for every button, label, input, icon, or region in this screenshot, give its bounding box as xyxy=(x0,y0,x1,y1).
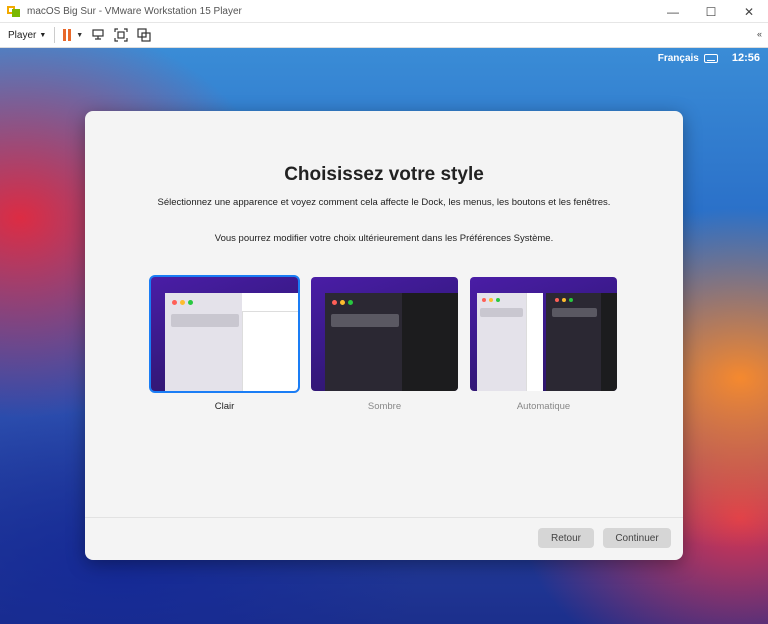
window-titlebar: macOS Big Sur - VMware Workstation 15 Pl… xyxy=(0,0,768,23)
collapse-toolbar-icon[interactable]: « xyxy=(757,29,762,39)
appearance-option-auto[interactable]: Automatique xyxy=(470,277,617,412)
send-ctrl-alt-del-icon[interactable] xyxy=(91,28,105,42)
page-title: Choisissez votre style xyxy=(284,164,484,185)
maximize-button[interactable]: ☐ xyxy=(692,0,730,23)
close-button[interactable]: ✕ xyxy=(730,0,768,23)
macos-menubar: Français 12:56 xyxy=(658,48,768,68)
auto-theme-preview[interactable] xyxy=(470,277,617,391)
unity-mode-icon[interactable] xyxy=(137,28,151,42)
dialog-description: Sélectionnez une apparence et voyez comm… xyxy=(157,197,611,208)
vm-screen[interactable]: Français 12:56 Choisissez votre style Sé… xyxy=(0,48,768,624)
chevron-down-icon: ▼ xyxy=(39,31,47,39)
light-theme-preview[interactable] xyxy=(149,275,300,393)
appearance-option-light[interactable]: Clair xyxy=(149,275,300,412)
fit-guest-icon[interactable] xyxy=(114,28,128,42)
input-language-label[interactable]: Français xyxy=(658,53,699,64)
back-button[interactable]: Retour xyxy=(538,528,594,548)
player-menu[interactable]: Player ▼ xyxy=(8,30,46,41)
appearance-option-label: Clair xyxy=(214,401,235,412)
appearance-option-label: Sombre xyxy=(367,401,402,412)
keyboard-icon[interactable] xyxy=(703,53,718,63)
toolbar-divider xyxy=(54,27,56,43)
vmware-app-icon xyxy=(7,4,21,18)
appearance-option-dark[interactable]: Sombre xyxy=(311,277,458,412)
footer-divider xyxy=(85,517,683,518)
window-title: macOS Big Sur - VMware Workstation 15 Pl… xyxy=(27,5,242,17)
dialog-note: Vous pourrez modifier votre choix ultéri… xyxy=(214,233,554,244)
setup-assistant-dialog: Choisissez votre style Sélectionnez une … xyxy=(85,111,683,560)
player-menu-label: Player xyxy=(8,29,37,41)
pause-icon[interactable] xyxy=(63,29,72,41)
minimize-button[interactable]: — xyxy=(654,0,692,23)
dark-theme-preview[interactable] xyxy=(311,277,458,391)
appearance-option-label: Automatique xyxy=(516,401,571,412)
window-controls: — ☐ ✕ xyxy=(654,0,768,23)
continue-button[interactable]: Continuer xyxy=(603,528,671,548)
menubar-clock[interactable]: 12:56 xyxy=(732,52,760,64)
pause-menu-chevron-icon[interactable]: ▼ xyxy=(76,32,83,39)
vmware-toolbar: Player ▼ ▼ « xyxy=(0,23,768,48)
